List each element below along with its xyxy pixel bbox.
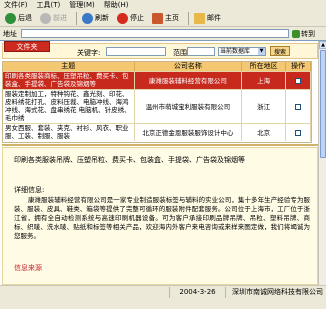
stop-label: 停止 xyxy=(130,14,144,22)
back-arrow-icon xyxy=(5,12,16,24)
keyword-label: 关键字: xyxy=(77,49,101,57)
header-company[interactable]: 公司名称 xyxy=(135,62,243,71)
go-label: 转到 xyxy=(301,29,315,38)
mail-icon xyxy=(194,12,205,24)
row-region: 上海 xyxy=(242,72,287,89)
row-company[interactable]: 北京正德金恩服装服饰设计中心 xyxy=(135,124,243,141)
status-company: 深圳市南诚网络科技有限公司 xyxy=(232,287,323,296)
row-topic[interactable]: 服装定制加工，特种钩花、鑫光刻、印花、皮料绣花打孔、皮料压裁、电脑冲线、海鸿冲线… xyxy=(3,90,135,123)
address-bar: 地址 转到 xyxy=(0,28,326,39)
vertical-scrollbar[interactable]: ▲ ▼ xyxy=(318,41,326,298)
row-topic[interactable]: 男女西服、套装、夹克、衬衫、风衣、职业服、工装、制服、服装 xyxy=(3,124,135,141)
database-select-value: 当前数据库 xyxy=(220,48,251,55)
database-select[interactable]: 当前数据库 ▼ xyxy=(218,47,266,56)
stop-button[interactable]: 停止 xyxy=(115,11,146,26)
row-company[interactable]: 康潍服装辅料经营有限公司 xyxy=(135,72,243,89)
go-arrow-icon xyxy=(292,29,300,38)
menu-bar: 文件(F) 工具(T) 管理(M) 帮助(H) xyxy=(0,0,326,10)
detail-summary: 印刷各类服装吊牌、压塑吊粒、费买卡、包装盒、手提袋、广告袋及锦烟等 xyxy=(14,156,245,164)
search-button[interactable]: 搜索 xyxy=(270,46,290,56)
forward-label: 前进 xyxy=(53,14,67,22)
table-row[interactable]: 男女西服、套装、夹克、衬衫、风衣、职业服、工装、制服、服装 北京正德金恩服装服饰… xyxy=(3,123,311,141)
toolbar: 后退 前进 刷新 停止 主页 邮件 xyxy=(0,10,326,27)
go-button[interactable]: 转到 xyxy=(292,29,315,39)
toolbar-separator xyxy=(76,11,77,25)
address-label: 地址 xyxy=(3,29,17,38)
detail-body: 康潍服装辅料经营有限公司是一家专业制造服装标签与辅料的实业公司，集十多年生产经验… xyxy=(14,196,310,240)
mail-label: 邮件 xyxy=(207,14,221,22)
header-region[interactable]: 所在地区 xyxy=(242,62,287,71)
row-checkbox[interactable] xyxy=(295,103,302,110)
row-company[interactable]: 温州市萌城宝利服装有限公司 xyxy=(135,90,243,123)
row-checkbox[interactable] xyxy=(295,77,302,84)
menu-file[interactable]: 文件(F) xyxy=(4,0,28,10)
forward-button[interactable]: 前进 xyxy=(38,11,69,26)
keyword-input[interactable] xyxy=(106,47,166,56)
home-label: 主页 xyxy=(165,14,179,22)
refresh-icon xyxy=(82,12,93,24)
row-region: 浙江 xyxy=(242,90,287,123)
status-date: 2004-3-26 xyxy=(170,286,226,298)
row-checkbox-cell xyxy=(286,124,311,141)
stop-icon xyxy=(117,12,128,24)
panel-divider[interactable] xyxy=(2,144,318,146)
row-topic[interactable]: 印刷各类服装商标、压塑吊粒、费买卡、包装盒、手提袋、广告袋及锦烟等 xyxy=(3,72,135,89)
header-action: 操作 xyxy=(286,62,311,71)
row-checkbox[interactable] xyxy=(295,129,302,136)
folder-tab[interactable]: 文件夹 xyxy=(4,41,50,52)
scroll-up-icon[interactable]: ▲ xyxy=(319,41,326,49)
table-header: 主题 公司名称 所在地区 操作 xyxy=(3,62,311,71)
status-message xyxy=(0,286,170,298)
source-link[interactable]: 信息来源 xyxy=(14,263,42,273)
row-checkbox-cell xyxy=(286,72,311,89)
table-row[interactable]: 服装定制加工，特种钩花、鑫光刻、印花、皮料绣花打孔、皮料压裁、电脑冲线、海鸿冲线… xyxy=(3,89,311,123)
window-bottom-edge xyxy=(0,298,326,309)
chevron-down-icon: ▼ xyxy=(258,48,265,55)
row-region: 北京 xyxy=(242,124,287,141)
mail-button[interactable]: 邮件 xyxy=(192,11,223,26)
detail-title: 详细信息: xyxy=(14,186,45,194)
header-topic[interactable]: 主题 xyxy=(3,62,135,71)
scroll-thumb[interactable] xyxy=(320,50,326,158)
row-checkbox-cell xyxy=(286,90,311,123)
forward-arrow-icon xyxy=(40,12,51,24)
table-row[interactable]: 印刷各类服装商标、压塑吊粒、费买卡、包装盒、手提袋、广告袋及锦烟等 康潍服装辅料… xyxy=(3,71,311,89)
toolbar-separator xyxy=(188,11,189,25)
back-label: 后退 xyxy=(18,14,32,22)
status-bar: 2004-3-26 深圳市南诚网络科技有限公司 xyxy=(0,285,326,298)
refresh-button[interactable]: 刷新 xyxy=(80,11,111,26)
home-icon xyxy=(152,12,163,24)
results-table: 主题 公司名称 所在地区 操作 印刷各类服装商标、压塑吊粒、费买卡、包装盒、手提… xyxy=(2,61,312,143)
refresh-label: 刷新 xyxy=(95,14,109,22)
address-input[interactable] xyxy=(21,29,289,38)
menu-manage[interactable]: 管理(M) xyxy=(69,0,95,10)
home-button[interactable]: 主页 xyxy=(150,11,181,26)
menu-help[interactable]: 帮助(H) xyxy=(104,0,129,10)
range-input[interactable] xyxy=(187,47,215,56)
menu-tools[interactable]: 工具(T) xyxy=(37,0,61,10)
back-button[interactable]: 后退 xyxy=(3,11,34,26)
